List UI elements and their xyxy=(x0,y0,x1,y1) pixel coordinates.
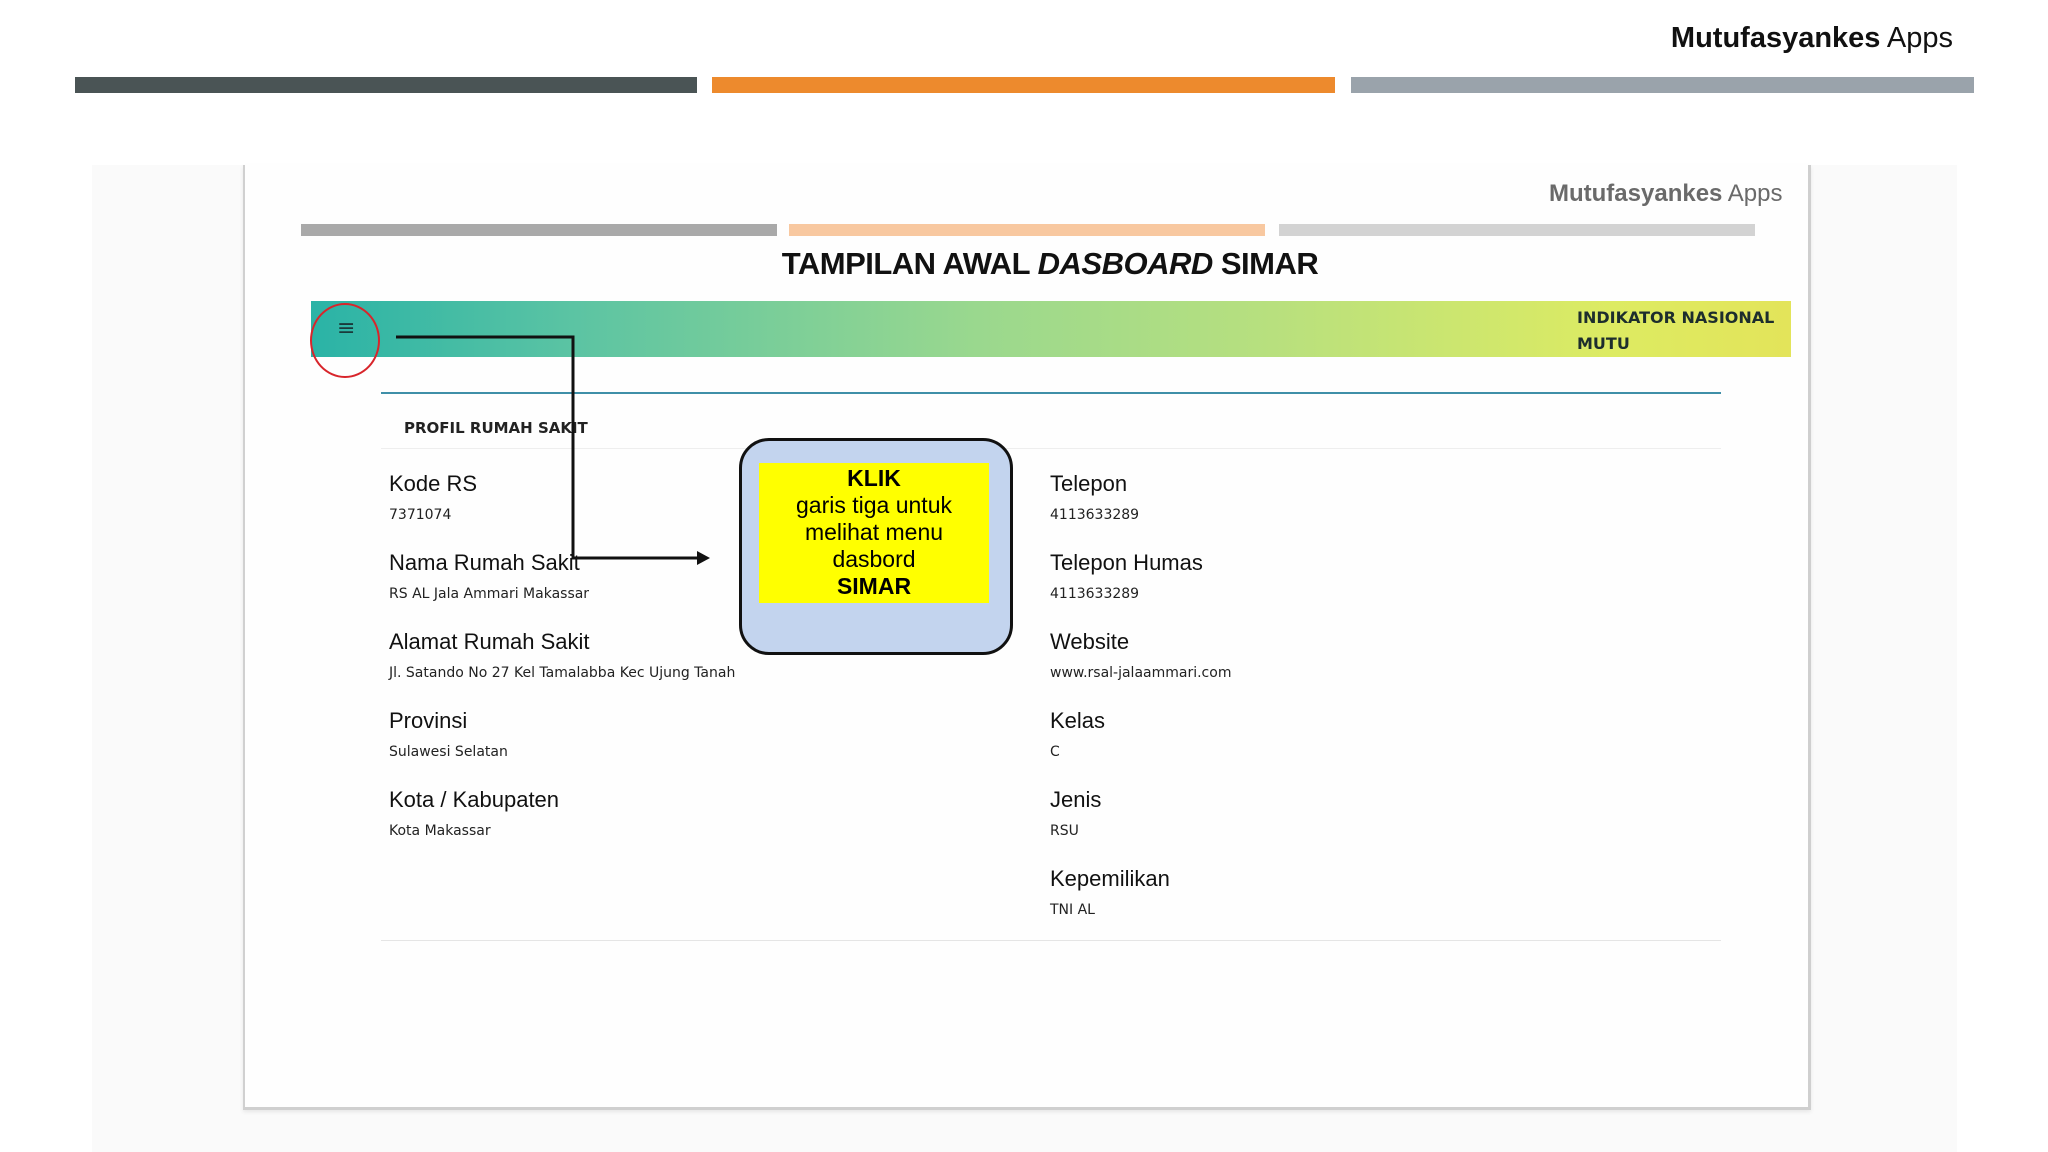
title-italic: DASBOARD xyxy=(1037,246,1214,281)
field-value: 4113633289 xyxy=(1050,586,1140,602)
slide-bar-gray xyxy=(1351,77,1974,93)
field-value[interactable]: www.rsal-jalaammari.com xyxy=(1050,665,1231,681)
inner-bar-peach xyxy=(789,224,1265,236)
inner-brand-bold: Mutufasyankes xyxy=(1549,180,1723,207)
field-label: Website xyxy=(1050,629,1130,654)
field-label: Alamat Rumah Sakit xyxy=(389,629,590,654)
field-kode-rs: Kode RS 7371074 xyxy=(389,471,477,523)
field-nama-rumah-sakit: Nama Rumah Sakit RS AL Jala Ammari Makas… xyxy=(389,550,589,602)
card-divider xyxy=(381,448,1721,449)
field-label: Telepon Humas xyxy=(1050,550,1203,575)
slide-brand-regular: Apps xyxy=(1880,22,1953,54)
field-value: RS AL Jala Ammari Makassar xyxy=(389,586,590,602)
field-label: Kota / Kabupaten xyxy=(389,787,560,812)
field-alamat: Alamat Rumah Sakit Jl. Satando No 27 Kel… xyxy=(389,629,735,681)
slide-bar-orange xyxy=(712,77,1335,93)
field-kota-kabupaten: Kota / Kabupaten Kota Makassar xyxy=(389,787,559,839)
field-value: TNI AL xyxy=(1050,902,1095,918)
inner-bar-gray xyxy=(301,224,777,236)
field-label: Kelas xyxy=(1050,708,1106,733)
slide-brand-bold: Mutufasyankes xyxy=(1670,22,1881,54)
card-bottom-border xyxy=(381,940,1721,941)
title-part2: SIMAR xyxy=(1212,246,1319,281)
field-kelas: Kelas C xyxy=(1050,708,1105,760)
field-label: Nama Rumah Sakit xyxy=(389,550,580,575)
header-title-line2: MUTU xyxy=(1577,334,1630,353)
field-value: 4113633289 xyxy=(1050,507,1140,523)
field-value: Jl. Satando No 27 Kel Tamalabba Kec Ujun… xyxy=(389,665,736,681)
header-title: INDIKATOR NASIONAL MUTU xyxy=(1577,305,1777,357)
field-kepemilikan: Kepemilikan TNI AL xyxy=(1050,866,1170,918)
inner-brand: Mutufasyankes Apps xyxy=(1549,180,1782,208)
callout-line1: KLIK xyxy=(847,465,901,491)
title-part1: TAMPILAN AWAL xyxy=(781,246,1038,281)
slide-bar-dark xyxy=(75,77,697,93)
field-value: Kota Makassar xyxy=(389,823,491,839)
field-telepon: Telepon 4113633289 xyxy=(1050,471,1139,523)
callout-line4: dasbord xyxy=(832,546,916,572)
inner-brand-regular: Apps xyxy=(1722,180,1783,207)
field-value: C xyxy=(1050,744,1060,760)
field-label: Provinsi xyxy=(389,708,468,733)
callout-line5: SIMAR xyxy=(836,573,912,599)
field-label: Kode RS xyxy=(389,471,478,496)
field-provinsi: Provinsi Sulawesi Selatan xyxy=(389,708,508,760)
field-jenis: Jenis RSU xyxy=(1050,787,1101,839)
card-title: PROFIL RUMAH SAKIT xyxy=(404,419,588,437)
field-value: RSU xyxy=(1050,823,1079,839)
field-label: Telepon xyxy=(1050,471,1128,496)
hamburger-menu-icon[interactable]: ≡ xyxy=(337,318,355,340)
inner-bar-light xyxy=(1279,224,1755,236)
field-label: Jenis xyxy=(1050,787,1102,812)
header-title-line1: INDIKATOR NASIONAL xyxy=(1577,308,1775,327)
page-title: TAMPILAN AWAL DASBOARD SIMAR xyxy=(580,246,1520,282)
field-telepon-humas: Telepon Humas 4113633289 xyxy=(1050,550,1203,602)
field-value: 7371074 xyxy=(389,507,452,523)
callout-line3: melihat menu xyxy=(804,519,944,545)
app-header xyxy=(311,301,1791,357)
card-top-border xyxy=(381,392,1721,394)
slide-brand: Mutufasyankes Apps xyxy=(1671,22,1953,55)
callout-line2: garis tiga untuk xyxy=(796,492,952,518)
field-website: Website www.rsal-jalaammari.com xyxy=(1050,629,1231,681)
field-value: Sulawesi Selatan xyxy=(389,744,508,760)
callout-text: KLIK garis tiga untuk melihat menu dasbo… xyxy=(759,463,989,603)
field-label: Kepemilikan xyxy=(1050,866,1170,891)
